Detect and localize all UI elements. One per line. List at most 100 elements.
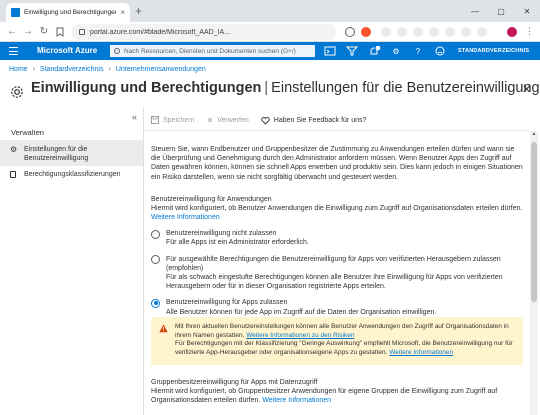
radio-option-allow-consent[interactable]: Benutzereinwilligung für Apps zulassen A… (151, 298, 523, 316)
radio-option-verified-publishers[interactable]: Für ausgewählte Berechtigungen die Benut… (151, 255, 523, 292)
intro-text: Steuern Sie, wann Endbenutzer und Gruppe… (151, 146, 523, 181)
reload-icon[interactable]: ↻ (38, 26, 50, 38)
profile-avatar[interactable] (507, 27, 517, 37)
browser-toolbar: ← → ↻ portal.azure.com/#blade/Microsoft_… (0, 22, 540, 42)
collapse-nav-icon[interactable]: « (132, 112, 137, 122)
lock-icon (10, 171, 16, 178)
puzzle-icon[interactable] (461, 27, 471, 37)
search-placeholder: Nach Ressourcen, Diensten und Dokumenten… (124, 47, 296, 55)
global-search-input[interactable]: Nach Ressourcen, Diensten und Dokumenten… (110, 45, 315, 57)
learn-more-link[interactable]: Weitere Informationen (389, 349, 453, 356)
breadcrumb-directory[interactable]: Standardverzeichnis (40, 66, 103, 73)
nav-item-label: Berechtigungsklassifizierungen (24, 171, 121, 178)
section-heading: Benutzereinwilligung für Anwendungen (151, 195, 272, 203)
maximize-button[interactable]: ▢ (488, 0, 514, 22)
page-title: Einwilligung und Berechtigungen | Einstell… (31, 80, 540, 96)
discard-button[interactable]: ✕ Verwerfen (207, 116, 249, 125)
browser-tab[interactable]: Einwilligung und Berechtigungen - M × (6, 3, 130, 22)
section-description: Hiermit wird konfiguriert, ob Gruppenbes… (151, 387, 523, 405)
radio-button[interactable] (151, 255, 160, 265)
scrollbar-thumb[interactable] (531, 142, 537, 302)
settings-gear-icon[interactable]: ⚙ (388, 46, 404, 56)
nav-item-permission-classifications[interactable]: Berechtigungsklassifizierungen (0, 168, 143, 184)
address-bar[interactable]: portal.azure.com/#blade/Microsoft_AAD_IA… (71, 24, 336, 40)
browser-tabstrip: Einwilligung und Berechtigungen - M × + … (0, 0, 540, 22)
radio-button-selected[interactable] (151, 298, 160, 308)
radio-option-no-consent[interactable]: Benutzereinwilligung nicht zulassen Für … (151, 229, 523, 247)
extension-icon[interactable] (397, 27, 407, 37)
extension-icon[interactable] (381, 27, 391, 37)
forward-arrow-icon[interactable]: → (22, 26, 34, 38)
window-controls: — ▢ ✕ (462, 0, 540, 22)
extension-icon[interactable] (445, 27, 455, 37)
notification-count-badge: 1 (374, 45, 377, 50)
new-tab-button[interactable]: + (135, 4, 142, 18)
discard-x-icon: ✕ (206, 115, 214, 125)
tab-close-icon[interactable]: × (120, 8, 125, 17)
breadcrumb-enterprise-apps[interactable]: Unternehmensanwendungen (116, 66, 206, 73)
radio-option-desc: Alle Benutzer können für jede App im Zug… (166, 308, 437, 316)
section-description: Hiermit wird konfiguriert, ob Benutzer A… (151, 204, 523, 222)
radio-option-desc: Für als schwach eingestufte Berechtigung… (166, 274, 503, 291)
chevron-right-icon: › (32, 66, 36, 73)
radio-option-title: Benutzereinwilligung für Apps zulassen (166, 299, 288, 307)
help-question-icon[interactable]: ? (410, 46, 426, 56)
title-separator: | (264, 80, 269, 96)
feedback-label: Haben Sie Feedback für uns? (273, 116, 367, 124)
browser-menu-icon[interactable]: ⋮ (525, 26, 534, 37)
scroll-up-arrow-icon[interactable]: ▲ (530, 131, 538, 139)
minimize-button[interactable]: — (462, 0, 488, 22)
extension-icon[interactable] (413, 27, 423, 37)
url-text: portal.azure.com/#blade/Microsoft_AAD_IA… (90, 28, 231, 36)
close-window-button[interactable]: ✕ (514, 0, 540, 22)
nav-divider (143, 108, 144, 415)
tab-title: Einwilligung und Berechtigungen - M (24, 9, 117, 16)
page-title-main: Einwilligung und Berechtigungen (31, 80, 262, 96)
lock-icon (79, 29, 85, 35)
share-icon[interactable] (345, 27, 355, 37)
cloud-shell-icon[interactable] (322, 46, 338, 56)
nav-item-user-consent-settings[interactable]: ⚙ Einstellungen für die Benutzereinwilli… (0, 140, 143, 166)
risks-learn-more-link[interactable]: Weitere Informationen zu den Risiken (246, 332, 354, 339)
nav-section-heading: Verwalten (11, 128, 44, 137)
back-arrow-icon[interactable]: ← (6, 26, 18, 38)
radio-option-title: Für ausgewählte Berechtigungen die Benut… (166, 255, 501, 272)
search-icon (114, 48, 120, 54)
group-owner-consent-section: Gruppenbesitzereinwilligung für Apps mit… (151, 378, 523, 406)
nav-item-label: Einstellungen für die Benutzereinwilligu… (24, 146, 89, 162)
gear-icon (11, 86, 23, 98)
feedback-smiley-icon[interactable] (432, 46, 448, 56)
learn-more-link[interactable]: Weitere Informationen (262, 397, 331, 404)
sidebar-icon[interactable] (477, 27, 487, 37)
close-blade-icon[interactable]: ✕ (522, 83, 531, 96)
azure-header: Microsoft Azure Nach Ressourcen, Dienste… (0, 42, 540, 60)
feedback-button[interactable]: Haben Sie Feedback für uns? (261, 116, 367, 125)
warning-banner: Mit Ihren aktuellen Benutzereinstellunge… (151, 317, 523, 365)
directory-label[interactable]: STANDARDVERZEICHNIS (458, 48, 529, 54)
azure-favicon-icon (11, 8, 20, 17)
warning-triangle-icon (159, 324, 168, 333)
save-button[interactable]: Speichern (151, 116, 195, 124)
extension-icon[interactable] (429, 27, 439, 37)
discard-label: Verwerfen (217, 116, 249, 124)
directory-filter-icon[interactable] (344, 46, 360, 56)
feedback-heart-icon (261, 116, 270, 125)
command-bar: Speichern ✕ Verwerfen Haben Sie Feedback… (151, 113, 366, 127)
section-heading: Gruppenbesitzereinwilligung für Apps mit… (151, 379, 318, 386)
hamburger-menu-icon[interactable] (9, 47, 18, 55)
bookmark-icon[interactable] (55, 27, 65, 37)
radio-button[interactable] (151, 229, 160, 239)
gear-icon: ⚙ (10, 145, 18, 154)
azure-brand[interactable]: Microsoft Azure (37, 46, 97, 55)
warning-text: Für Berechtigungen mit der Klassifizieru… (175, 340, 513, 356)
page-title-sub: Einstellungen für die Benutzereinwilligu… (271, 80, 540, 96)
chevron-right-icon: › (108, 66, 111, 73)
brave-shield-icon[interactable] (361, 27, 371, 37)
save-label: Speichern (163, 116, 195, 124)
learn-more-link[interactable]: Weitere Informationen (151, 214, 220, 221)
command-bar-divider (144, 130, 529, 131)
radio-option-title: Benutzereinwilligung nicht zulassen (166, 230, 277, 238)
radio-option-desc: Für alle Apps ist ein Administrator erfo… (166, 239, 309, 247)
breadcrumb-home[interactable]: Home (9, 66, 28, 73)
save-icon (151, 116, 159, 124)
